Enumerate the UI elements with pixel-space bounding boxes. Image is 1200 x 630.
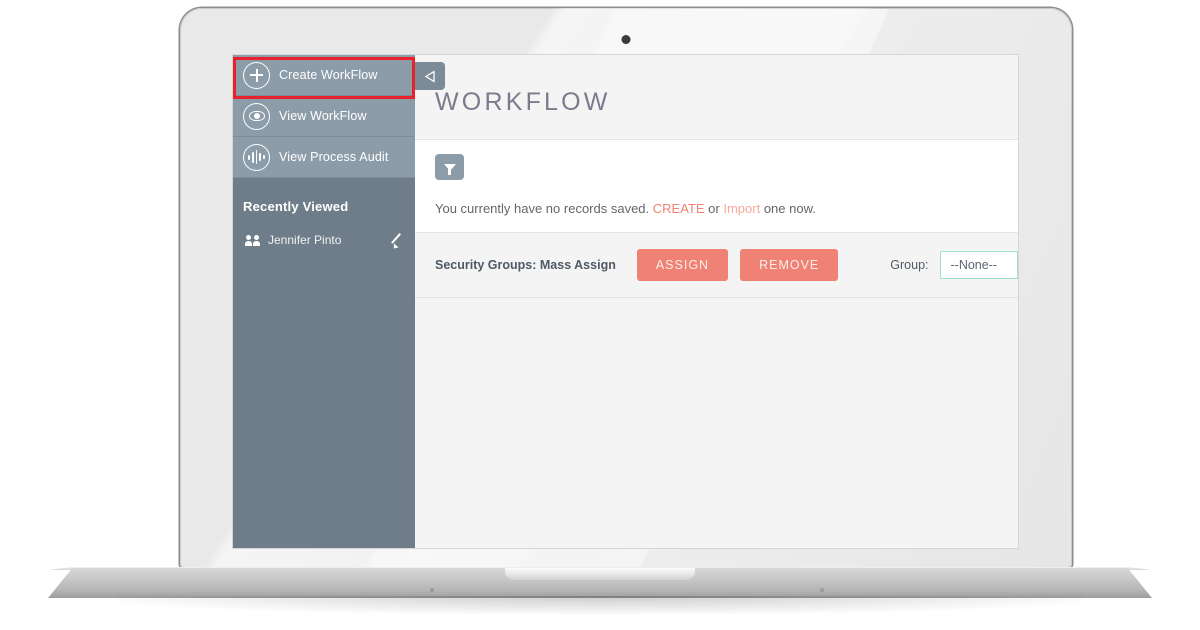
- pencil-icon[interactable]: [390, 233, 404, 247]
- group-select-value: --None--: [950, 258, 998, 272]
- mass-assign-label: Security Groups: Mass Assign: [435, 258, 616, 272]
- empty-text-after: one now.: [763, 201, 816, 216]
- sidebar-item-label: Create WorkFlow: [279, 68, 378, 82]
- base-foot-dot: [430, 588, 434, 592]
- people-icon: [245, 234, 260, 246]
- create-link[interactable]: CREATE: [653, 201, 705, 216]
- audio-bars-icon: [243, 143, 270, 171]
- empty-text-before: You currently have no records saved.: [435, 201, 650, 216]
- sidebar-item-create-workflow[interactable]: Create WorkFlow: [233, 55, 415, 96]
- empty-state-message: You currently have no records saved. CRE…: [435, 201, 1018, 216]
- sidebar-collapse-toggle[interactable]: [415, 62, 445, 90]
- screen-viewport: Create WorkFlow View WorkFlow View Proce…: [233, 55, 1018, 548]
- funnel-icon: [443, 163, 456, 175]
- empty-separator: or: [708, 201, 720, 216]
- list-item[interactable]: Jennifer Pinto: [233, 214, 415, 247]
- filter-button[interactable]: [435, 154, 464, 180]
- sidebar-item-view-workflow[interactable]: View WorkFlow: [233, 96, 415, 137]
- page-title: WORKFLOW: [435, 88, 611, 116]
- remove-button[interactable]: REMOVE: [740, 249, 839, 281]
- sidebar-item-view-process-audit[interactable]: View Process Audit: [233, 137, 415, 178]
- chevron-down-icon[interactable]: [1017, 252, 1018, 278]
- caret-left-icon: [424, 69, 437, 83]
- app-window: Create WorkFlow View WorkFlow View Proce…: [233, 55, 1018, 548]
- base-foot-dot: [820, 588, 824, 592]
- sidebar-item-label: View Process Audit: [279, 150, 389, 164]
- group-select[interactable]: --None--: [939, 251, 1018, 279]
- recent-item-label: Jennifer Pinto: [268, 233, 342, 247]
- records-panel: You currently have no records saved. CRE…: [415, 139, 1018, 233]
- import-link[interactable]: Import: [723, 201, 760, 216]
- group-label: Group:: [890, 258, 929, 272]
- recently-viewed-header: Recently Viewed: [243, 199, 349, 214]
- sidebar-item-label: View WorkFlow: [279, 109, 367, 123]
- eye-icon: [243, 102, 270, 130]
- assign-button[interactable]: ASSIGN: [636, 249, 729, 281]
- laptop-base-notch: [505, 568, 695, 580]
- plus-icon: [243, 61, 270, 89]
- laptop-drop-shadow: [118, 596, 1082, 614]
- mass-assign-toolbar: Security Groups: Mass Assign ASSIGN REMO…: [415, 233, 1018, 298]
- laptop-mockup: Create WorkFlow View WorkFlow View Proce…: [0, 0, 1200, 630]
- webcam-icon: [621, 35, 631, 44]
- sidebar: Create WorkFlow View WorkFlow View Proce…: [233, 55, 415, 548]
- main-content: WORKFLOW You currently have no records s…: [415, 55, 1018, 548]
